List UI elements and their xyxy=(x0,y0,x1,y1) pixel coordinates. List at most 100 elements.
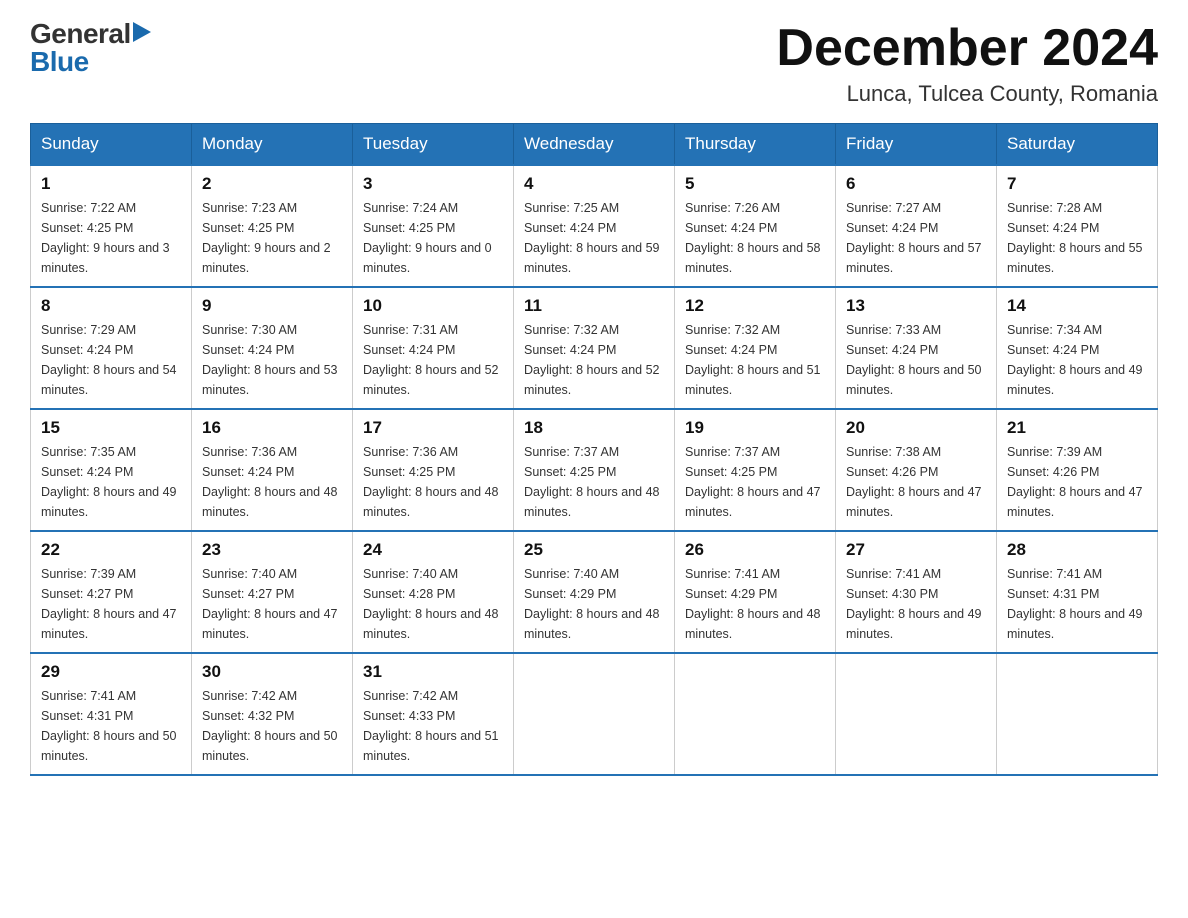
day-info: Sunrise: 7:32 AMSunset: 4:24 PMDaylight:… xyxy=(524,323,660,397)
day-info: Sunrise: 7:27 AMSunset: 4:24 PMDaylight:… xyxy=(846,201,982,275)
logo-general-text: General xyxy=(30,20,131,48)
day-number: 15 xyxy=(41,418,181,438)
day-info: Sunrise: 7:41 AMSunset: 4:30 PMDaylight:… xyxy=(846,567,982,641)
day-number: 26 xyxy=(685,540,825,560)
calendar-day-cell: 18 Sunrise: 7:37 AMSunset: 4:25 PMDaylig… xyxy=(514,409,675,531)
calendar-day-cell: 3 Sunrise: 7:24 AMSunset: 4:25 PMDayligh… xyxy=(353,165,514,287)
calendar-day-cell: 4 Sunrise: 7:25 AMSunset: 4:24 PMDayligh… xyxy=(514,165,675,287)
day-number: 8 xyxy=(41,296,181,316)
day-number: 21 xyxy=(1007,418,1147,438)
day-info: Sunrise: 7:41 AMSunset: 4:31 PMDaylight:… xyxy=(41,689,177,763)
calendar-day-cell: 30 Sunrise: 7:42 AMSunset: 4:32 PMDaylig… xyxy=(192,653,353,775)
calendar-day-cell: 25 Sunrise: 7:40 AMSunset: 4:29 PMDaylig… xyxy=(514,531,675,653)
calendar-day-cell xyxy=(836,653,997,775)
day-info: Sunrise: 7:39 AMSunset: 4:26 PMDaylight:… xyxy=(1007,445,1143,519)
calendar-day-cell: 21 Sunrise: 7:39 AMSunset: 4:26 PMDaylig… xyxy=(997,409,1158,531)
day-info: Sunrise: 7:39 AMSunset: 4:27 PMDaylight:… xyxy=(41,567,177,641)
day-number: 9 xyxy=(202,296,342,316)
calendar-day-cell: 31 Sunrise: 7:42 AMSunset: 4:33 PMDaylig… xyxy=(353,653,514,775)
day-number: 25 xyxy=(524,540,664,560)
day-number: 10 xyxy=(363,296,503,316)
day-of-week-header: Wednesday xyxy=(514,124,675,166)
calendar-day-cell: 16 Sunrise: 7:36 AMSunset: 4:24 PMDaylig… xyxy=(192,409,353,531)
day-number: 24 xyxy=(363,540,503,560)
day-of-week-header: Monday xyxy=(192,124,353,166)
calendar-week-row: 8 Sunrise: 7:29 AMSunset: 4:24 PMDayligh… xyxy=(31,287,1158,409)
calendar-day-cell: 17 Sunrise: 7:36 AMSunset: 4:25 PMDaylig… xyxy=(353,409,514,531)
day-info: Sunrise: 7:29 AMSunset: 4:24 PMDaylight:… xyxy=(41,323,177,397)
calendar-week-row: 1 Sunrise: 7:22 AMSunset: 4:25 PMDayligh… xyxy=(31,165,1158,287)
day-number: 4 xyxy=(524,174,664,194)
day-number: 30 xyxy=(202,662,342,682)
day-number: 6 xyxy=(846,174,986,194)
day-info: Sunrise: 7:33 AMSunset: 4:24 PMDaylight:… xyxy=(846,323,982,397)
page-header: General Blue December 2024 Lunca, Tulcea… xyxy=(30,20,1158,107)
month-title: December 2024 xyxy=(776,20,1158,77)
calendar-day-cell: 10 Sunrise: 7:31 AMSunset: 4:24 PMDaylig… xyxy=(353,287,514,409)
day-info: Sunrise: 7:22 AMSunset: 4:25 PMDaylight:… xyxy=(41,201,170,275)
day-info: Sunrise: 7:36 AMSunset: 4:24 PMDaylight:… xyxy=(202,445,338,519)
logo: General Blue xyxy=(30,20,151,76)
day-number: 29 xyxy=(41,662,181,682)
day-number: 16 xyxy=(202,418,342,438)
logo-blue-text: Blue xyxy=(30,46,89,77)
day-number: 19 xyxy=(685,418,825,438)
calendar-day-cell: 27 Sunrise: 7:41 AMSunset: 4:30 PMDaylig… xyxy=(836,531,997,653)
day-info: Sunrise: 7:31 AMSunset: 4:24 PMDaylight:… xyxy=(363,323,499,397)
day-info: Sunrise: 7:38 AMSunset: 4:26 PMDaylight:… xyxy=(846,445,982,519)
day-info: Sunrise: 7:37 AMSunset: 4:25 PMDaylight:… xyxy=(524,445,660,519)
day-info: Sunrise: 7:42 AMSunset: 4:33 PMDaylight:… xyxy=(363,689,499,763)
day-info: Sunrise: 7:40 AMSunset: 4:29 PMDaylight:… xyxy=(524,567,660,641)
calendar-week-row: 15 Sunrise: 7:35 AMSunset: 4:24 PMDaylig… xyxy=(31,409,1158,531)
calendar-day-cell: 22 Sunrise: 7:39 AMSunset: 4:27 PMDaylig… xyxy=(31,531,192,653)
day-number: 1 xyxy=(41,174,181,194)
day-of-week-header: Friday xyxy=(836,124,997,166)
calendar-day-cell: 9 Sunrise: 7:30 AMSunset: 4:24 PMDayligh… xyxy=(192,287,353,409)
day-number: 12 xyxy=(685,296,825,316)
calendar-week-row: 29 Sunrise: 7:41 AMSunset: 4:31 PMDaylig… xyxy=(31,653,1158,775)
calendar-header-row: SundayMondayTuesdayWednesdayThursdayFrid… xyxy=(31,124,1158,166)
day-info: Sunrise: 7:41 AMSunset: 4:31 PMDaylight:… xyxy=(1007,567,1143,641)
logo-arrow-icon xyxy=(133,22,151,46)
day-info: Sunrise: 7:26 AMSunset: 4:24 PMDaylight:… xyxy=(685,201,821,275)
calendar-day-cell: 19 Sunrise: 7:37 AMSunset: 4:25 PMDaylig… xyxy=(675,409,836,531)
calendar-day-cell: 14 Sunrise: 7:34 AMSunset: 4:24 PMDaylig… xyxy=(997,287,1158,409)
day-info: Sunrise: 7:23 AMSunset: 4:25 PMDaylight:… xyxy=(202,201,331,275)
calendar-day-cell: 7 Sunrise: 7:28 AMSunset: 4:24 PMDayligh… xyxy=(997,165,1158,287)
day-number: 27 xyxy=(846,540,986,560)
day-info: Sunrise: 7:40 AMSunset: 4:27 PMDaylight:… xyxy=(202,567,338,641)
calendar-day-cell: 2 Sunrise: 7:23 AMSunset: 4:25 PMDayligh… xyxy=(192,165,353,287)
day-of-week-header: Saturday xyxy=(997,124,1158,166)
day-number: 20 xyxy=(846,418,986,438)
day-number: 18 xyxy=(524,418,664,438)
calendar-table: SundayMondayTuesdayWednesdayThursdayFrid… xyxy=(30,123,1158,776)
calendar-day-cell xyxy=(675,653,836,775)
day-info: Sunrise: 7:41 AMSunset: 4:29 PMDaylight:… xyxy=(685,567,821,641)
calendar-day-cell: 23 Sunrise: 7:40 AMSunset: 4:27 PMDaylig… xyxy=(192,531,353,653)
calendar-day-cell: 13 Sunrise: 7:33 AMSunset: 4:24 PMDaylig… xyxy=(836,287,997,409)
day-number: 23 xyxy=(202,540,342,560)
day-info: Sunrise: 7:34 AMSunset: 4:24 PMDaylight:… xyxy=(1007,323,1143,397)
day-info: Sunrise: 7:36 AMSunset: 4:25 PMDaylight:… xyxy=(363,445,499,519)
calendar-day-cell: 1 Sunrise: 7:22 AMSunset: 4:25 PMDayligh… xyxy=(31,165,192,287)
day-info: Sunrise: 7:40 AMSunset: 4:28 PMDaylight:… xyxy=(363,567,499,641)
day-number: 17 xyxy=(363,418,503,438)
calendar-day-cell: 8 Sunrise: 7:29 AMSunset: 4:24 PMDayligh… xyxy=(31,287,192,409)
day-info: Sunrise: 7:28 AMSunset: 4:24 PMDaylight:… xyxy=(1007,201,1143,275)
calendar-day-cell: 20 Sunrise: 7:38 AMSunset: 4:26 PMDaylig… xyxy=(836,409,997,531)
calendar-day-cell: 15 Sunrise: 7:35 AMSunset: 4:24 PMDaylig… xyxy=(31,409,192,531)
day-info: Sunrise: 7:32 AMSunset: 4:24 PMDaylight:… xyxy=(685,323,821,397)
title-block: December 2024 Lunca, Tulcea County, Roma… xyxy=(776,20,1158,107)
day-number: 2 xyxy=(202,174,342,194)
day-info: Sunrise: 7:25 AMSunset: 4:24 PMDaylight:… xyxy=(524,201,660,275)
calendar-day-cell: 6 Sunrise: 7:27 AMSunset: 4:24 PMDayligh… xyxy=(836,165,997,287)
day-number: 13 xyxy=(846,296,986,316)
day-number: 3 xyxy=(363,174,503,194)
calendar-day-cell: 11 Sunrise: 7:32 AMSunset: 4:24 PMDaylig… xyxy=(514,287,675,409)
day-info: Sunrise: 7:37 AMSunset: 4:25 PMDaylight:… xyxy=(685,445,821,519)
day-of-week-header: Sunday xyxy=(31,124,192,166)
day-number: 28 xyxy=(1007,540,1147,560)
day-info: Sunrise: 7:35 AMSunset: 4:24 PMDaylight:… xyxy=(41,445,177,519)
day-number: 22 xyxy=(41,540,181,560)
calendar-day-cell: 5 Sunrise: 7:26 AMSunset: 4:24 PMDayligh… xyxy=(675,165,836,287)
